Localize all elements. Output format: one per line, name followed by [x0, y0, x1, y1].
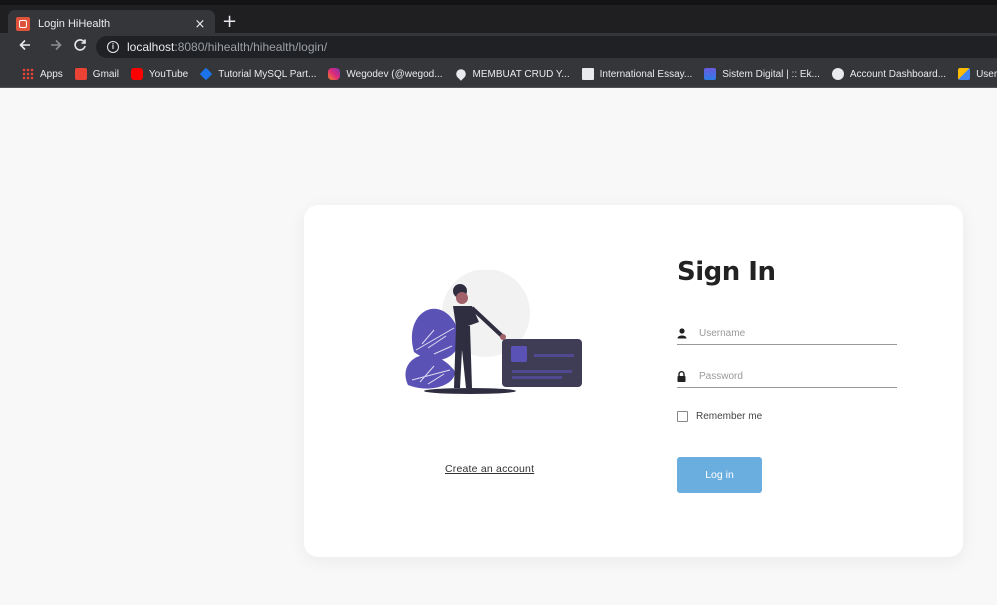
- close-tab-icon[interactable]: ×: [193, 17, 207, 32]
- remember-me-row[interactable]: Remember me: [677, 411, 762, 422]
- forward-arrow-icon[interactable]: [49, 38, 63, 56]
- bookmark-label: MEMBUAT CRUD Y...: [472, 68, 570, 80]
- instagram-icon: [328, 68, 341, 80]
- username-input[interactable]: [699, 328, 889, 339]
- bookmark-label: YouTube: [148, 68, 189, 80]
- browser-window: Login HiHealth × + i localhost:8080/hihe…: [0, 0, 997, 605]
- bookmark-account-dashboard[interactable]: Account Dashboard...: [831, 68, 947, 80]
- remember-me-label: Remember me: [696, 411, 763, 422]
- tab-title: Login HiHealth: [38, 18, 111, 30]
- bookmark-user[interactable]: User I: [958, 68, 997, 80]
- bookmarks-bar: Apps Gmail YouTube Tutorial MySQL Part..…: [0, 61, 997, 88]
- bookmark-sistem-digital[interactable]: Sistem Digital | :: Ek...: [704, 68, 820, 80]
- globe-icon: [831, 68, 844, 80]
- sistem-icon: [704, 68, 717, 80]
- login-illustration: [405, 270, 582, 394]
- new-tab-button[interactable]: +: [222, 12, 237, 32]
- url-text[interactable]: localhost:8080/hihealth/hihealth/login/: [127, 40, 327, 54]
- bookmark-label: Tutorial MySQL Part...: [218, 68, 317, 80]
- info-icon[interactable]: i: [107, 41, 119, 53]
- bookmark-youtube[interactable]: YouTube: [130, 68, 189, 80]
- tab-strip: Login HiHealth × +: [0, 0, 997, 38]
- bookmark-label: Gmail: [92, 68, 119, 80]
- bookmark-membuat-crud[interactable]: MEMBUAT CRUD Y...: [453, 67, 570, 81]
- bookmark-label: Apps: [40, 68, 63, 80]
- user-icon: [958, 68, 971, 80]
- url-host: localhost: [127, 40, 175, 54]
- bookmark-gmail[interactable]: Gmail: [74, 68, 119, 80]
- bookmark-wegodev[interactable]: Wegodev (@wegod...: [328, 68, 443, 80]
- password-field[interactable]: [677, 366, 897, 388]
- bookmark-label: Wegodev (@wegod...: [346, 68, 443, 80]
- back-arrow-icon[interactable]: [18, 38, 32, 56]
- user-icon: [677, 328, 693, 339]
- apps-grid-icon: [22, 68, 34, 80]
- url-path: :8080/hihealth/hihealth/login/: [174, 40, 328, 54]
- youtube-icon: [130, 68, 143, 80]
- bookmark-label: Account Dashboard...: [849, 68, 947, 80]
- page-viewport: Create an account Sign In Remember me Lo…: [0, 88, 997, 605]
- remember-me-checkbox[interactable]: [677, 411, 688, 422]
- browser-toolbar: i localhost:8080/hihealth/hihealth/login…: [0, 33, 997, 61]
- login-button[interactable]: Log in: [677, 457, 762, 493]
- tab-favicon-icon: [16, 17, 30, 31]
- password-input[interactable]: [699, 371, 889, 382]
- document-icon: [581, 68, 594, 80]
- create-account-link[interactable]: Create an account: [445, 463, 534, 475]
- lock-icon: [677, 371, 693, 382]
- bookmark-label: Sistem Digital | :: Ek...: [722, 68, 820, 80]
- bookmark-international-essay[interactable]: International Essay...: [581, 68, 693, 80]
- bookmark-apps[interactable]: Apps: [22, 68, 63, 80]
- bookmark-label: User I: [976, 68, 997, 80]
- login-card: Create an account Sign In Remember me Lo…: [304, 205, 963, 557]
- page-title: Sign In: [677, 257, 776, 287]
- pin-icon: [453, 67, 468, 81]
- address-bar[interactable]: i localhost:8080/hihealth/hihealth/login…: [96, 36, 997, 58]
- username-field[interactable]: [677, 323, 897, 345]
- gmail-icon: [74, 68, 87, 80]
- tutorial-icon: [199, 67, 213, 81]
- reload-icon[interactable]: [73, 38, 87, 56]
- bookmark-tutorial-mysql[interactable]: Tutorial MySQL Part...: [199, 67, 317, 81]
- bookmark-label: International Essay...: [599, 68, 693, 80]
